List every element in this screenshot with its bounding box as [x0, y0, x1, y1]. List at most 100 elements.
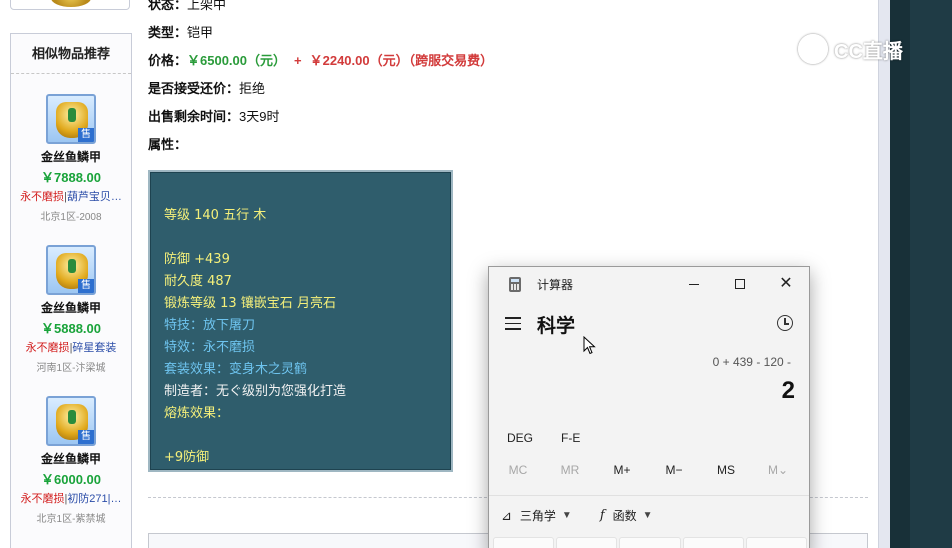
keypad-key[interactable] — [619, 537, 681, 548]
close-button[interactable]: ✕ — [763, 267, 809, 301]
keypad-key[interactable] — [745, 537, 808, 548]
function-icon: f — [599, 508, 605, 523]
item-price: ￥5888.00 — [41, 321, 101, 336]
sale-badge: 售 — [78, 430, 94, 444]
time-left-label: 出售剩余时间： — [148, 109, 240, 124]
item-server: 河南1区-汴梁城 — [36, 363, 106, 374]
right-background — [890, 0, 952, 548]
sale-badge: 售 — [78, 128, 94, 142]
item-name[interactable]: 金丝鱼鳞甲 — [11, 299, 131, 316]
recommended-item[interactable]: 售 金丝鱼鳞甲 ￥6000.00 永不磨损|初防271|… 北京1区-紫禁城 — [11, 396, 131, 525]
cross-server-fee: ￥2240.00（元）（跨服交易费） — [309, 53, 494, 68]
item-name[interactable]: 金丝鱼鳞甲 — [11, 450, 131, 467]
attr-line: 锻炼等级 13 镶嵌宝石 月亮石 — [164, 296, 336, 311]
trigonometry-label: 三角学 — [519, 509, 556, 523]
similar-items-sidebar: 相似物品推荐 售 金丝鱼鳞甲 ￥7888.00 永不磨损|葫芦宝贝… 北京1区-… — [10, 33, 132, 548]
history-icon[interactable] — [777, 315, 793, 331]
triangle-icon: ⊿ — [501, 507, 512, 523]
item-image — [51, 0, 91, 7]
divider — [489, 495, 809, 496]
item-tag: 初防271|… — [67, 493, 122, 505]
memory-list-button[interactable]: M⌄ — [753, 463, 803, 477]
deg-button[interactable]: DEG — [507, 431, 533, 445]
function-row: ⊿ 三角学 ▼ f 函数 ▼ — [501, 507, 681, 524]
attr-line: 特技：放下屠刀 — [164, 318, 256, 333]
price-plus: + — [294, 53, 302, 68]
function-label: 函数 — [612, 509, 637, 523]
background-stripe — [890, 0, 910, 548]
status-value: 上架中 — [187, 0, 227, 12]
counter-offer-value: 拒绝 — [239, 81, 266, 96]
item-server: 北京1区-2008 — [40, 212, 102, 223]
watermark-text: CC直播 — [834, 40, 903, 63]
attributes-row: 属性： — [148, 134, 187, 153]
item-server: 北京1区-紫禁城 — [36, 514, 106, 525]
item-tag: 永不磨损 — [20, 191, 65, 203]
function-dropdown[interactable]: f 函数 ▼ — [600, 507, 653, 524]
memory-store-button[interactable]: MS — [701, 463, 751, 477]
sidebar-top-card[interactable] — [10, 0, 130, 10]
page-scroll-edge — [878, 0, 890, 548]
item-name[interactable]: 金丝鱼鳞甲 — [11, 148, 131, 165]
angle-row: DEG F-E — [507, 431, 608, 445]
price-main: ￥6500.00（元） — [187, 53, 287, 68]
recommended-item[interactable]: 售 金丝鱼鳞甲 ￥7888.00 永不磨损|葫芦宝贝… 北京1区-2008 — [11, 94, 131, 223]
memory-subtract-button[interactable]: M− — [649, 463, 699, 477]
calculator-titlebar[interactable]: 计算器 ✕ — [489, 267, 809, 301]
attr-line: 耐久度 487 — [164, 274, 232, 289]
price-label: 价格： — [148, 53, 188, 68]
memory-add-button[interactable]: M+ — [597, 463, 647, 477]
attr-line: 防御 +439 — [164, 252, 230, 267]
hamburger-menu-icon[interactable] — [505, 317, 521, 331]
keypad-key[interactable] — [493, 537, 555, 548]
trigonometry-dropdown[interactable]: ⊿ 三角学 ▼ — [501, 507, 572, 524]
counter-offer-row: 是否接受还价：拒绝 — [148, 78, 265, 97]
attr-line: +9防御 — [164, 450, 210, 465]
calculator-app-icon — [509, 277, 521, 292]
keypad-key[interactable] — [556, 537, 618, 548]
item-price: ￥6000.00 — [41, 472, 101, 487]
item-price: ￥7888.00 — [41, 170, 101, 185]
armor-item-icon[interactable]: 售 — [46, 245, 96, 295]
minimize-icon — [689, 283, 699, 285]
sale-badge: 售 — [78, 279, 94, 293]
calculator-window[interactable]: 计算器 ✕ 科学 0 + 439 - 120 - 2 DEG F-E MC MR … — [488, 266, 810, 548]
armor-item-icon[interactable]: 售 — [46, 396, 96, 446]
attr-line: 熔炼效果： — [164, 406, 230, 421]
memory-recall-button[interactable]: MR — [545, 463, 595, 477]
attr-line: 套装效果：变身木之灵鹤 — [164, 362, 308, 377]
chevron-down-icon: ▼ — [561, 510, 572, 521]
maximize-button[interactable] — [717, 267, 763, 301]
close-icon: ✕ — [779, 275, 793, 292]
attributes-panel: 等级 140 五行 木 防御 +439 耐久度 487 锻炼等级 13 镶嵌宝石… — [148, 170, 453, 472]
attr-line: 等级 140 五行 木 — [164, 208, 267, 223]
keypad-row — [493, 537, 808, 548]
calculator-title: 计算器 — [537, 278, 574, 292]
fe-button[interactable]: F-E — [561, 431, 580, 445]
status-row: 状态：上架中 — [148, 0, 226, 13]
counter-offer-label: 是否接受还价： — [148, 81, 240, 96]
keypad-key[interactable] — [682, 537, 744, 548]
status-label: 状态： — [148, 0, 188, 12]
recommended-item[interactable]: 售 金丝鱼鳞甲 ￥5888.00 永不磨损|碎星套装 河南1区-汴梁城 — [11, 245, 131, 374]
attributes-label: 属性： — [148, 137, 188, 152]
item-tag: 碎星套装 — [72, 342, 117, 354]
item-tags: 永不磨损|葫芦宝贝… — [20, 191, 122, 203]
time-left-value: 3天9时 — [239, 109, 280, 124]
maximize-icon — [735, 279, 745, 289]
type-row: 类型：铠甲 — [148, 22, 213, 41]
time-left-row: 出售剩余时间：3天9时 — [148, 106, 279, 125]
attr-line: 制造者：无ぐ级别为您强化打造 — [164, 384, 347, 399]
calculator-expression: 0 + 439 - 120 - — [712, 355, 791, 369]
item-tag: 永不磨损 — [25, 342, 70, 354]
armor-item-icon[interactable]: 售 — [46, 94, 96, 144]
memory-clear-button[interactable]: MC — [493, 463, 543, 477]
minimize-button[interactable] — [671, 267, 717, 301]
calculator-mode-title: 科学 — [537, 316, 576, 337]
item-tags: 永不磨损|初防271|… — [20, 493, 122, 505]
cc-logo-icon — [798, 34, 828, 64]
calculator-result: 2 — [781, 377, 795, 404]
background-stripe — [910, 0, 952, 548]
type-label: 类型： — [148, 25, 188, 40]
type-value: 铠甲 — [187, 25, 214, 40]
